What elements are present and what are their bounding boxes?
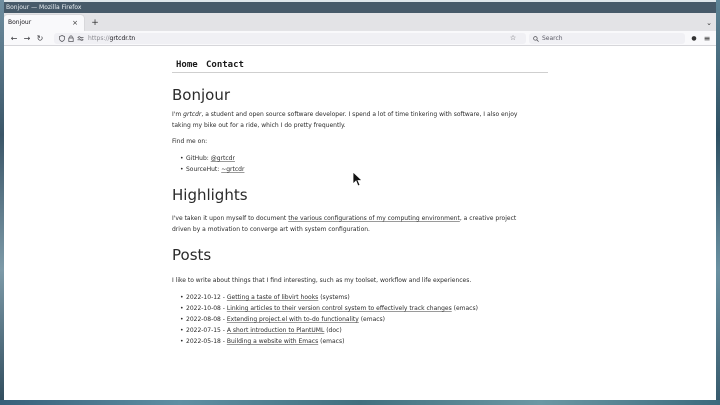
lock-icon[interactable] (68, 33, 74, 44)
post-link[interactable]: A short introduction to PlantUML (227, 327, 324, 334)
intro-prefix: I'm (172, 111, 184, 118)
list-item: 2022-10-12 - Getting a taste of libvirt … (180, 292, 478, 303)
highlights-paragraph: I've taken it upon myself to document th… (172, 214, 532, 235)
tab-strip: Bonjour × + ⌄ (4, 13, 716, 31)
posts-intro: I like to write about things that I find… (172, 277, 472, 284)
new-tab-icon[interactable]: + (90, 15, 100, 31)
window-title: Bonjour — Mozilla Firefox (6, 4, 82, 11)
sourcehut-link[interactable]: ~grtcdr (221, 166, 244, 173)
search-placeholder: Search (542, 35, 563, 42)
computing-environment-link[interactable]: the various configurations of my computi… (288, 215, 460, 222)
list-item: 2022-05-18 - Building a website with Ema… (180, 336, 478, 347)
nav-link-home[interactable]: Home (176, 59, 198, 71)
post-tag: (emacs) (358, 316, 386, 323)
permissions-icon[interactable] (77, 33, 84, 44)
post-tag: (emacs) (318, 338, 345, 345)
tracking-shield-icon[interactable] (59, 33, 65, 44)
list-item: GitHub: @grtcdr (180, 153, 244, 164)
social-links-list: GitHub: @grtcdr SourceHut: ~grtcdr (180, 153, 244, 175)
intro-paragraph: I'm grtcdr, a student and open source so… (172, 110, 532, 131)
navigation-toolbar: ← → ↻ https://grtcdr.tn ☆ Search ● ≡ (4, 31, 716, 46)
desktop-background-right (716, 0, 720, 405)
posts-list: 2022-10-12 - Getting a taste of libvirt … (180, 292, 478, 347)
github-link[interactable]: @grtcdr (211, 155, 235, 162)
list-item: 2022-07-15 - A short introduction to Pla… (180, 325, 478, 336)
post-date: 2022-10-12 - (186, 294, 227, 301)
highlights-text-before: I've taken it upon myself to document (172, 215, 289, 222)
back-icon[interactable]: ← (8, 31, 20, 46)
site-navigation: Home Contact (172, 59, 548, 73)
intro-name: grtcdr (183, 111, 202, 118)
list-item: SourceHut: ~grtcdr (180, 164, 244, 175)
desktop-background-bottom (0, 400, 720, 405)
post-date: 2022-08-08 - (186, 316, 227, 323)
url-host: grtcdr.tn (109, 35, 136, 42)
extension-icon[interactable]: ● (690, 31, 698, 46)
post-link[interactable]: Getting a taste of libvirt hooks (227, 294, 318, 301)
nav-link-contact[interactable]: Contact (206, 59, 244, 71)
tab-bonjour[interactable]: Bonjour × (4, 15, 84, 31)
social-label: SourceHut: (186, 166, 222, 173)
post-date: 2022-10-08 - (186, 305, 227, 312)
url-text[interactable]: https://grtcdr.tn (88, 33, 135, 44)
heading-highlights: Highlights (172, 186, 248, 204)
list-all-tabs-icon[interactable]: ⌄ (704, 15, 714, 31)
reload-icon[interactable]: ↻ (34, 31, 46, 46)
list-item: 2022-10-08 - Linking articles to their v… (180, 303, 478, 314)
list-item: 2022-08-08 - Extending project.el with t… (180, 314, 478, 325)
post-tag: (systems) (318, 294, 350, 301)
intro-text: , a student and open source software dev… (172, 111, 518, 129)
heading-bonjour: Bonjour (172, 86, 230, 104)
social-label: GitHub: (186, 155, 211, 162)
search-icon (533, 33, 539, 44)
post-link[interactable]: Linking articles to their version contro… (227, 305, 452, 312)
window-titlebar[interactable]: Bonjour — Mozilla Firefox (4, 2, 716, 13)
web-page: Home Contact Bonjour I'm grtcdr, a stude… (4, 47, 716, 400)
tab-label: Bonjour (8, 19, 32, 26)
browser-window: Bonjour — Mozilla Firefox Bonjour × + ⌄ … (4, 2, 716, 400)
post-tag: (emacs) (451, 305, 478, 312)
find-me-label: Find me on: (172, 138, 208, 145)
heading-posts: Posts (172, 246, 212, 264)
post-link[interactable]: Extending project.el with to-do function… (227, 316, 359, 323)
post-date: 2022-07-15 - (186, 327, 227, 334)
bookmark-star-icon[interactable]: ☆ (508, 33, 518, 44)
mouse-cursor-icon (352, 171, 362, 187)
hamburger-menu-icon[interactable]: ≡ (702, 31, 712, 46)
tab-close-icon[interactable]: × (70, 15, 80, 31)
forward-icon[interactable]: → (21, 31, 33, 46)
search-bar[interactable]: Search (529, 33, 685, 44)
post-date: 2022-05-18 - (186, 338, 227, 345)
url-bar[interactable]: https://grtcdr.tn ☆ (54, 33, 526, 44)
url-scheme: https:// (88, 35, 110, 42)
post-link[interactable]: Building a website with Emacs (227, 338, 318, 345)
post-tag: (doc) (324, 327, 342, 334)
